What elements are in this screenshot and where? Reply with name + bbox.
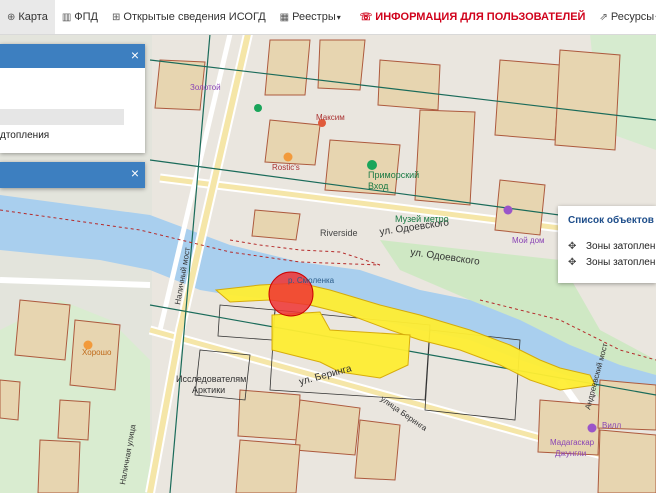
- label-riverside: Riverside: [320, 228, 358, 238]
- plus-square-icon: ⊞: [112, 11, 121, 23]
- nav-registries[interactable]: ▦ Реестры ▾: [273, 0, 348, 34]
- nav-resources-label: Ресурсы: [610, 11, 655, 23]
- move-icon[interactable]: ✥: [568, 241, 578, 252]
- nav-resources[interactable]: ⇗ Ресурсы ▾: [592, 0, 656, 34]
- top-navbar: ⊕ Карта ▥ ФПД ⊞ Открытые сведения ИСОГД …: [0, 0, 656, 35]
- list-item[interactable]: ✥ Зоны затопления: [568, 257, 656, 268]
- objects-list-panel: Список объектов ✥ Зоны затопления ✥ Зоны з…: [558, 206, 656, 283]
- shop-icon: [503, 205, 513, 215]
- globe-icon: ⊕: [7, 11, 16, 23]
- list-item[interactable]: ✥ Зоны затопления: [568, 241, 656, 252]
- move-icon[interactable]: ✥: [568, 257, 578, 268]
- label-maksim: Максим: [316, 113, 345, 122]
- close-icon[interactable]: ×: [131, 165, 139, 181]
- list-item-label: Зоны затопления: [586, 241, 656, 252]
- label-vkhod: Вход: [368, 181, 389, 191]
- map-canvas[interactable]: ул. Одоевского ул. Одоевского ул. Беринг…: [0, 34, 656, 493]
- label-zolotoy: Золотой: [190, 83, 221, 92]
- close-icon[interactable]: ×: [131, 47, 139, 63]
- list-item-label: Зоны затопления: [586, 257, 656, 268]
- food-icon: [283, 152, 293, 162]
- label-dzhungli: Джунгли: [555, 449, 586, 458]
- layer-panel: ×: [0, 162, 145, 188]
- comments-icon: ☏: [359, 11, 373, 23]
- label-primorsky: Приморский: [368, 170, 419, 180]
- nav-user-info-label: ИНФОРМАЦИЯ ДЛЯ ПОЛЬЗОВАТЕЛЕЙ: [375, 11, 586, 23]
- label-madagaskar: Мадагаскар: [550, 438, 595, 447]
- external-link-icon: ⇗: [599, 11, 608, 23]
- table-icon: ▦: [279, 11, 290, 23]
- nav-fpd[interactable]: ▥ ФПД: [55, 0, 105, 34]
- info-panel: × дтопления: [0, 44, 145, 153]
- info-panel-bar: [0, 109, 124, 125]
- label-issledovatelyam: Исследователям: [176, 374, 246, 384]
- map-icon: ▥: [61, 11, 72, 23]
- nav-isogd[interactable]: ⊞ Открытые сведения ИСОГД: [105, 0, 273, 34]
- shop-icon: [587, 423, 597, 433]
- label-vill: Вилл: [602, 421, 621, 430]
- layer-panel-header: ×: [0, 162, 145, 188]
- info-panel-header: ×: [0, 44, 145, 68]
- nav-map[interactable]: ⊕ Карта: [0, 0, 55, 34]
- nav-isogd-label: Открытые сведения ИСОГД: [123, 11, 266, 23]
- label-arktiki: Арктики: [192, 385, 225, 395]
- label-khorosho: Хорошо: [82, 348, 112, 357]
- label-museum: Музей метро: [395, 214, 449, 224]
- objects-list-title: Список объектов: [568, 215, 654, 226]
- nav-map-label: Карта: [18, 11, 48, 23]
- metro-icon: [367, 160, 377, 170]
- label-moy-dom: Мой дом: [512, 236, 545, 245]
- label-smolenka: р. Смоленка: [288, 276, 335, 285]
- nav-fpd-label: ФПД: [74, 11, 98, 23]
- info-panel-text: дтопления: [0, 130, 50, 141]
- metro-icon: [254, 104, 262, 112]
- label-rostics: Rostic's: [272, 163, 300, 172]
- nav-user-info[interactable]: ☏ ИНФОРМАЦИЯ ДЛЯ ПОЛЬЗОВАТЕЛЕЙ: [348, 0, 593, 34]
- caret-down-icon: ▾: [336, 12, 341, 22]
- nav-registries-label: Реестры: [292, 11, 336, 23]
